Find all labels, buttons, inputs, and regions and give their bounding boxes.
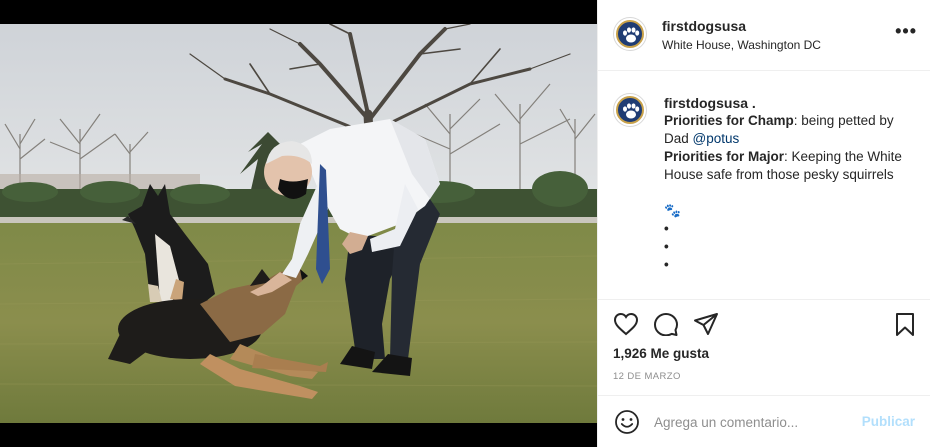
caption-avatar[interactable] bbox=[613, 93, 647, 127]
post-details-pane: firstdogsusa White House, Washington DC … bbox=[597, 0, 930, 447]
caption-champ-line: Priorities for Champ: being petted by Da… bbox=[664, 112, 919, 148]
caption-dot: • bbox=[664, 257, 669, 272]
instagram-post: firstdogsusa White House, Washington DC … bbox=[0, 0, 930, 447]
comment-bubble-icon[interactable] bbox=[653, 312, 679, 336]
add-comment-bar: Publicar bbox=[598, 397, 930, 447]
post-actions: 1,926 Me gusta 12 DE MARZO bbox=[598, 300, 930, 396]
post-media bbox=[0, 0, 597, 447]
paw-emoji: 🐾 bbox=[664, 203, 681, 218]
bookmark-icon[interactable] bbox=[894, 312, 916, 337]
caption-dot: • bbox=[664, 239, 669, 254]
paw-print-icon bbox=[623, 27, 640, 43]
avatar[interactable] bbox=[613, 17, 647, 51]
photo-illustration bbox=[0, 24, 597, 423]
paw-print-icon bbox=[623, 103, 640, 119]
mention-link[interactable]: @potus bbox=[693, 131, 740, 146]
post-location[interactable]: White House, Washington DC bbox=[662, 38, 821, 52]
post-author-username[interactable]: firstdogsusa bbox=[662, 18, 746, 34]
major-label: Priorities for Major bbox=[664, 149, 785, 164]
publish-button[interactable]: Publicar bbox=[862, 414, 915, 429]
paper-plane-icon[interactable] bbox=[693, 312, 719, 336]
more-options-icon[interactable]: ••• bbox=[895, 22, 917, 40]
post-caption: firstdogsusa . Priorities for Champ: bei… bbox=[664, 94, 919, 274]
post-date[interactable]: 12 DE MARZO bbox=[613, 371, 681, 382]
caption-dot: • bbox=[664, 221, 669, 236]
post-photo[interactable] bbox=[0, 24, 597, 423]
post-header: firstdogsusa White House, Washington DC … bbox=[598, 0, 930, 71]
likes-count[interactable]: 1,926 Me gusta bbox=[613, 346, 709, 361]
comments-section: firstdogsusa . Priorities for Champ: bei… bbox=[598, 72, 930, 300]
champ-label: Priorities for Champ bbox=[664, 113, 794, 128]
comment-input[interactable] bbox=[654, 412, 854, 432]
smiley-icon[interactable] bbox=[614, 409, 640, 435]
caption-major-line: Priorities for Major: Keeping the White … bbox=[664, 148, 919, 184]
heart-icon[interactable] bbox=[613, 312, 639, 336]
caption-username[interactable]: firstdogsusa . bbox=[664, 94, 919, 112]
